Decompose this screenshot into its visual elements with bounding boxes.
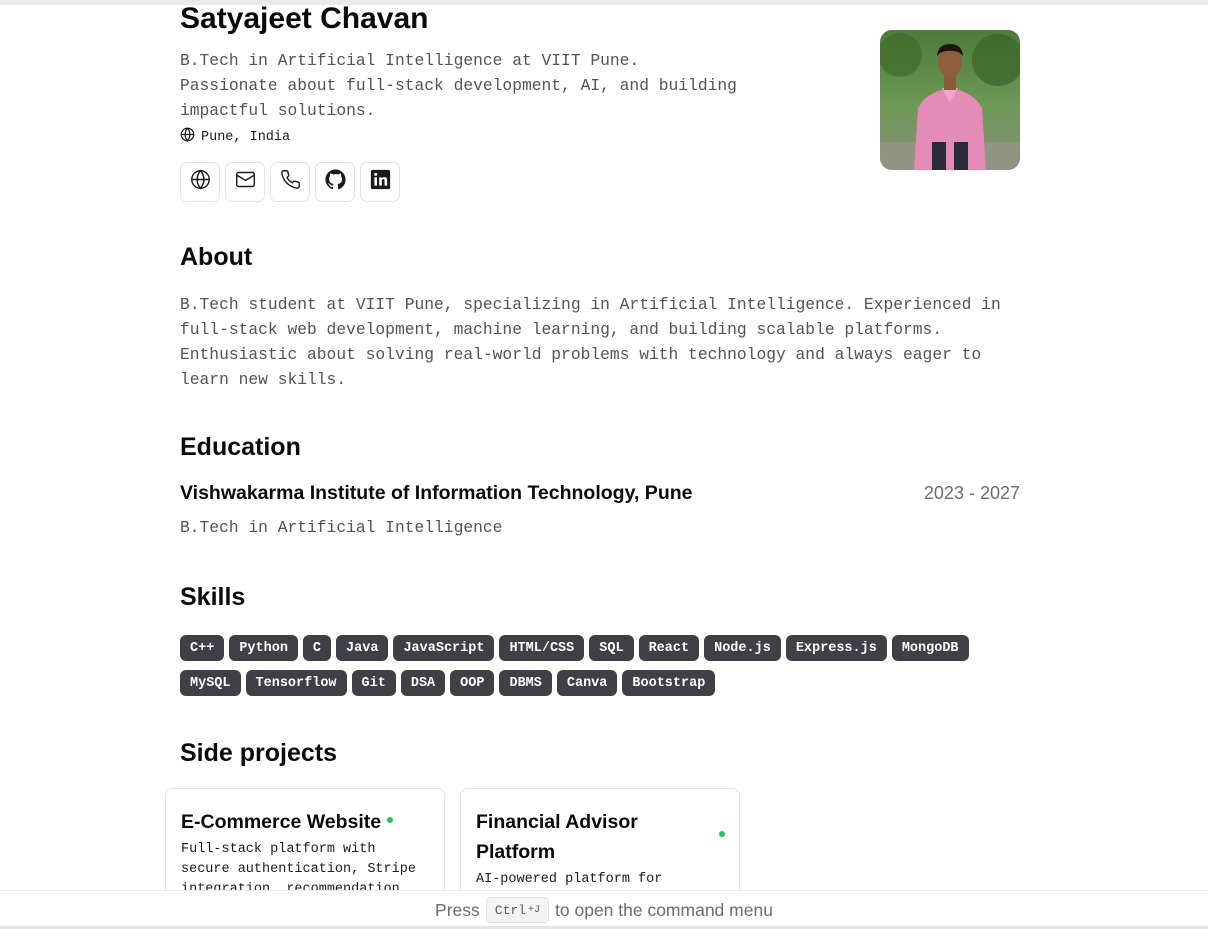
skill-badge: Tensorflow (245, 670, 347, 696)
status-dot-icon (387, 817, 393, 823)
skill-badge: Bootstrap (622, 670, 716, 696)
skill-badge: MongoDB (891, 635, 969, 661)
portfolio-page: Satyajeet Chavan B.Tech in Artificial In… (0, 0, 1208, 929)
skill-badge: Node.js (704, 635, 781, 661)
skill-badge: Git (351, 670, 396, 696)
project-description: AI-powered platform for (476, 870, 731, 890)
phone-link-button[interactable] (270, 162, 310, 202)
skill-badge: Java (336, 635, 389, 661)
skills-list: C++ Python C Java JavaScript HTML/CSS SQ… (180, 635, 1020, 696)
profile-location: Pune, India (180, 127, 290, 147)
linkedin-icon (370, 169, 391, 195)
project-title: E-Commerce Website (181, 807, 381, 837)
project-title-line: E-Commerce Website (181, 811, 382, 833)
status-dot-icon (719, 831, 725, 837)
mail-icon (235, 169, 256, 195)
github-icon (324, 169, 346, 195)
command-hint-suffix: to open the command menu (555, 899, 773, 920)
description-line: Full-stack platform with (181, 842, 376, 857)
phone-icon (280, 169, 301, 195)
description-line: AI-powered platform for (476, 872, 663, 887)
tagline-line: B.Tech in Artificial Intelligence at VII… (180, 51, 640, 70)
skill-badge: OOP (450, 670, 495, 696)
skill-badge: Python (229, 635, 298, 661)
skill-badge: JavaScript (393, 635, 495, 661)
tagline-line: impactful solutions. (180, 101, 376, 120)
keyboard-shortcut: Ctrl +J (485, 897, 550, 923)
location-text: Pune, India (201, 129, 291, 145)
skill-badge: HTML/CSS (499, 635, 585, 661)
education-degree: B.Tech in Artificial Intelligence (180, 518, 503, 537)
globe-icon (180, 127, 195, 147)
about-line: B.Tech student at VIIT Pune, specializin… (180, 295, 1001, 314)
about-line: learn new skills. (180, 370, 347, 389)
about-heading: About (180, 243, 253, 271)
skill-badge: DSA (400, 670, 446, 696)
education-heading: Education (180, 433, 301, 461)
project-title: Financial Advisor Platform (476, 807, 638, 867)
shortcut-key-suffix: +J (528, 904, 541, 916)
skill-badge: C (302, 635, 332, 661)
description-line: secure authentication, Stripe (181, 862, 416, 877)
tagline-line: Passionate about full-stack development,… (180, 76, 737, 95)
projects-heading: Side projects (180, 739, 337, 767)
github-link-button[interactable] (315, 162, 355, 202)
profile-tagline: B.Tech in Artificial Intelligence at VII… (180, 48, 740, 123)
website-link-button[interactable] (180, 162, 220, 202)
command-menu-hint: Press Ctrl +J to open the command menu (0, 890, 1208, 929)
command-hint-prefix: Press (435, 899, 480, 920)
skill-badge: DBMS (499, 670, 552, 696)
social-links (180, 162, 400, 202)
skill-badge: Express.js (785, 635, 887, 661)
about-line: Enthusiastic about solving real-world pr… (180, 345, 982, 364)
skill-badge: SQL (589, 635, 634, 661)
education-school: Vishwakarma Institute of Information Tec… (180, 482, 693, 504)
about-line: full-stack web development, machine lear… (180, 320, 943, 339)
profile-avatar (880, 30, 1020, 170)
email-link-button[interactable] (225, 162, 265, 202)
project-title-line: Platform (476, 841, 556, 863)
linkedin-link-button[interactable] (360, 162, 400, 202)
skill-badge: React (638, 635, 700, 661)
skills-heading: Skills (180, 583, 246, 611)
skill-badge: Canva (556, 670, 618, 696)
project-title-line: Financial Advisor (476, 811, 638, 833)
skill-badge: C++ (180, 635, 225, 661)
education-dates: 2023 - 2027 (923, 483, 1020, 503)
profile-name: Satyajeet Chavan (180, 2, 429, 35)
about-text: B.Tech student at VIIT Pune, specializin… (180, 292, 1010, 392)
globe-icon (190, 169, 211, 195)
shortcut-key: Ctrl (494, 902, 526, 918)
skill-badge: MySQL (180, 670, 241, 696)
